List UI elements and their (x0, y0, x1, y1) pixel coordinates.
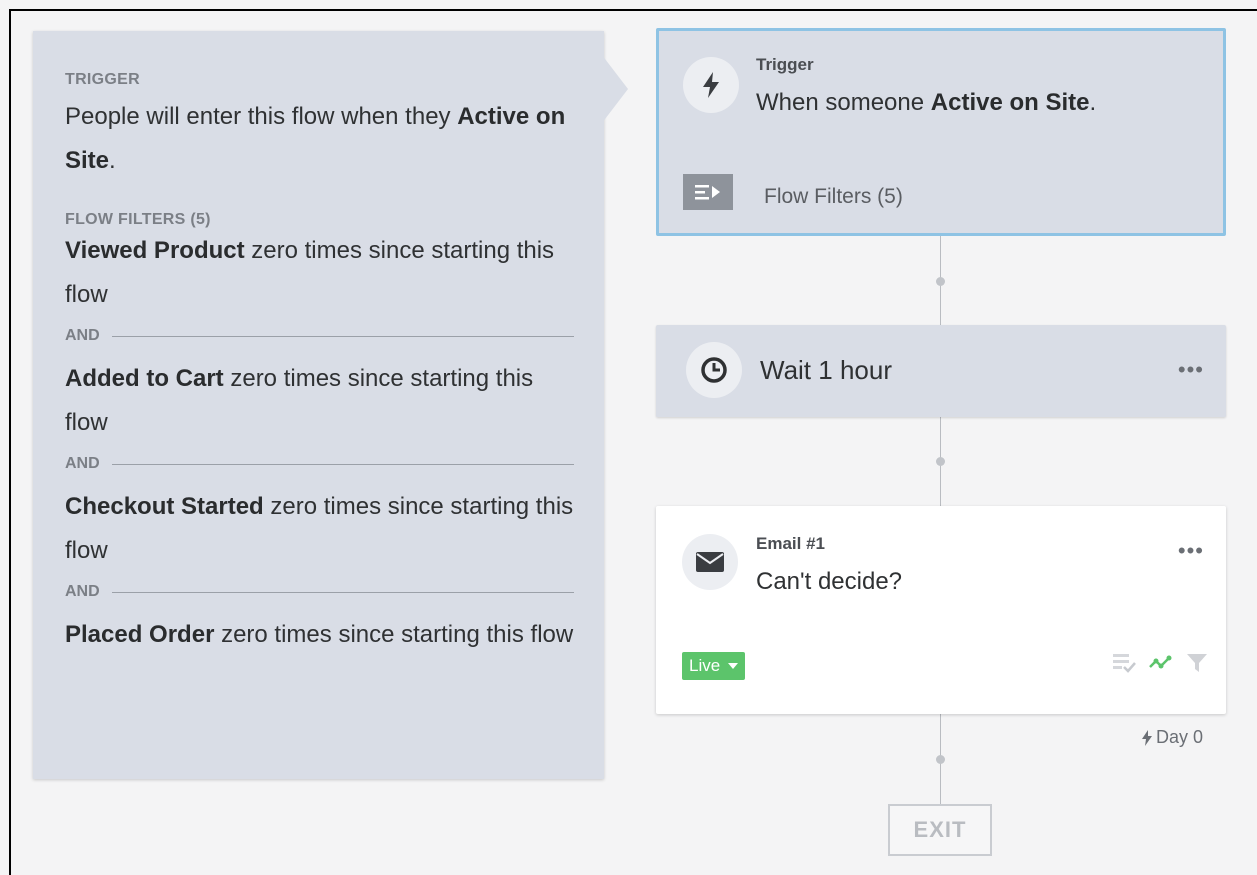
trigger-description: People will enter this flow when they Ac… (65, 103, 566, 174)
trigger-details-panel: TRIGGER People will enter this flow when… (33, 31, 604, 779)
clock-icon (686, 342, 742, 398)
connector-dot (936, 277, 945, 286)
envelope-icon (682, 534, 738, 590)
email-step-label: Email #1 (756, 534, 825, 553)
and-separator: AND (65, 449, 574, 479)
status-label: Live (689, 656, 721, 675)
filter-item: Viewed Product zero times since starting… (65, 237, 555, 308)
wait-step-menu-button[interactable]: ••• (1178, 359, 1204, 381)
trigger-section-label: TRIGGER (65, 71, 140, 88)
trigger-card[interactable]: Trigger When someone Active on Site. Flo… (656, 28, 1226, 236)
email-step-actions (1112, 652, 1208, 674)
email-step-menu-button[interactable]: ••• (1178, 540, 1204, 562)
flow-filters-section-label: FLOW FILTERS (5) (65, 211, 211, 228)
smart-sending-icon[interactable] (1112, 652, 1136, 674)
flow-filters-link[interactable]: Flow Filters (5) (764, 185, 903, 209)
connector-dot (936, 457, 945, 466)
flow-filters-icon (683, 174, 733, 210)
flow-canvas: TRIGGER People will enter this flow when… (9, 9, 1257, 875)
status-dropdown[interactable]: Live (682, 652, 746, 680)
and-separator: AND (65, 321, 574, 351)
filter-item: Placed Order zero times since starting t… (65, 621, 574, 648)
caret-down-icon (728, 663, 739, 669)
wait-step-text: Wait 1 hour (760, 355, 892, 385)
trigger-card-label: Trigger (756, 55, 814, 74)
filter-item: Checkout Started zero times since starti… (65, 493, 574, 564)
day-label: Day 0 (1141, 727, 1203, 748)
lightning-icon (683, 57, 739, 113)
exit-node: EXIT (888, 804, 992, 856)
and-separator: AND (65, 577, 574, 607)
filter-item: Added to Cart zero times since starting … (65, 365, 534, 436)
trigger-card-description: When someone Active on Site. (756, 89, 1097, 116)
lightning-icon (1142, 729, 1152, 746)
filter-icon[interactable] (1186, 652, 1208, 674)
connector-dot (936, 755, 945, 764)
email-step-card[interactable]: Email #1 Can't decide? ••• Live (656, 506, 1226, 714)
wait-step-card[interactable]: Wait 1 hour ••• (656, 325, 1226, 417)
panel-pointer-arrow (602, 55, 628, 123)
email-subject: Can't decide? (756, 568, 903, 595)
analytics-icon[interactable] (1148, 653, 1174, 673)
